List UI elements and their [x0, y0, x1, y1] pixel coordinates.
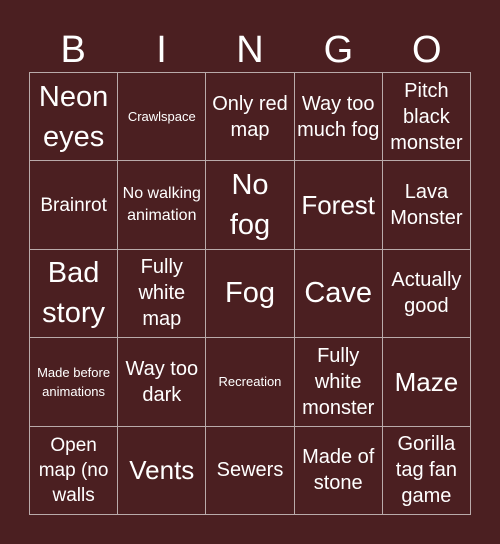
- bingo-cell[interactable]: Sewers: [206, 426, 295, 515]
- header-letter-i: I: [156, 29, 167, 71]
- header-letter-o: O: [411, 29, 442, 71]
- cell-text: Fog: [225, 277, 275, 310]
- cell-text: Brainrot: [40, 194, 107, 216]
- bingo-cell[interactable]: Fog: [206, 249, 295, 339]
- bingo-cell[interactable]: Fully white monster: [294, 338, 383, 427]
- cell-text: Pitch black monster: [390, 79, 463, 154]
- cell-text: Bad story: [42, 257, 106, 330]
- cell-text: Made of stone: [302, 446, 375, 495]
- bingo-cell[interactable]: Recreation: [206, 338, 295, 427]
- cell-text: Only red map: [212, 92, 288, 141]
- bingo-cell[interactable]: Made of stone: [294, 426, 383, 515]
- cell-text: Cave: [304, 277, 373, 310]
- bingo-cell[interactable]: Way too much fog: [294, 73, 383, 162]
- cell-text: Fully white map: [138, 256, 186, 331]
- bingo-cell[interactable]: Maze: [382, 338, 471, 427]
- cell-text: Vents: [129, 455, 195, 486]
- bingo-cell[interactable]: Gorilla tag fan game: [382, 426, 471, 515]
- bingo-cell[interactable]: Bad story: [30, 249, 119, 339]
- cell-text: Recreation: [218, 374, 282, 390]
- bingo-cell[interactable]: No fog: [206, 161, 295, 250]
- header-letter-b: B: [60, 29, 86, 71]
- bingo-cell[interactable]: Brainrot: [30, 161, 119, 250]
- cell-text: Fully white monster: [302, 344, 375, 419]
- bingo-cell[interactable]: No walking animation: [118, 161, 207, 250]
- cell-text: Made before animations: [37, 364, 111, 399]
- cell-text: No fog: [229, 169, 271, 242]
- bingo-cell[interactable]: Fully white map: [118, 249, 207, 339]
- cell-text: Forest: [301, 190, 376, 221]
- cell-text: Way too much fog: [297, 92, 380, 141]
- header-letter-g: G: [323, 29, 354, 71]
- cell-text: Crawlspace: [127, 109, 196, 125]
- cell-text: Open map (no walls: [38, 434, 109, 506]
- cell-text: Lava Monster: [390, 181, 463, 230]
- cell-text: Gorilla tag fan game: [395, 433, 457, 508]
- bingo-cell[interactable]: Cave: [294, 249, 383, 339]
- cell-text: Maze: [394, 366, 459, 397]
- cell-text: No walking animation: [122, 185, 201, 225]
- bingo-cell[interactable]: Crawlspace: [118, 73, 207, 162]
- bingo-header: B I N G O: [29, 28, 471, 72]
- bingo-cell[interactable]: Way too dark: [118, 338, 207, 427]
- bingo-cell[interactable]: Actually good: [382, 249, 471, 339]
- header-letter-n: N: [236, 29, 264, 71]
- bingo-cell[interactable]: Neon eyes: [30, 73, 119, 162]
- cell-text: Sewers: [216, 459, 284, 482]
- bingo-cell[interactable]: Pitch black monster: [382, 73, 471, 162]
- cell-text: Actually good: [391, 269, 462, 318]
- bingo-cell[interactable]: Open map (no walls: [30, 426, 119, 515]
- bingo-cell[interactable]: Made before animations: [30, 338, 119, 427]
- bingo-card-grid: Neon eyes Crawlspace Only red map Way to…: [29, 72, 471, 515]
- bingo-cell[interactable]: Forest: [294, 161, 383, 250]
- bingo-cell[interactable]: Vents: [118, 426, 207, 515]
- cell-text: Neon eyes: [38, 80, 109, 153]
- bingo-cell[interactable]: Only red map: [206, 73, 295, 162]
- cell-text: Way too dark: [125, 357, 199, 406]
- bingo-cell[interactable]: Lava Monster: [382, 161, 471, 250]
